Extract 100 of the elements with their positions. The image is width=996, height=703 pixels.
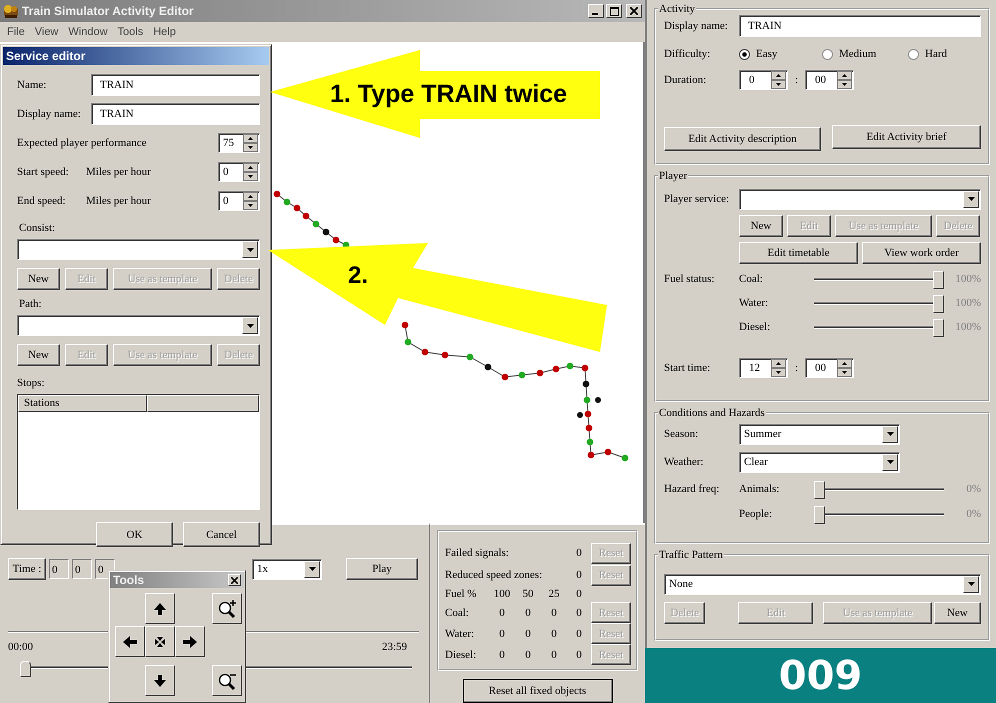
stat-value: 0 — [550, 606, 558, 620]
dropdown-button[interactable] — [304, 560, 320, 578]
zoom-out-button[interactable] — [212, 665, 242, 696]
action-button[interactable]: New — [17, 344, 60, 366]
slider-thumb[interactable] — [20, 661, 31, 677]
time-field[interactable]: 0 — [72, 559, 92, 579]
field-label: Difficulty: — [664, 48, 712, 60]
callout-text: 1. Type TRAIN twice — [330, 80, 568, 108]
dropdown[interactable]: None — [664, 574, 981, 594]
dropdown-button[interactable] — [242, 317, 258, 334]
spin-arrows-icon[interactable] — [771, 359, 786, 377]
spin-arrows-icon[interactable] — [243, 134, 258, 152]
radio-label[interactable]: Easy — [756, 48, 778, 60]
menu-item[interactable]: File — [2, 26, 30, 38]
slider-thumb[interactable] — [933, 294, 944, 312]
radio-label[interactable]: Medium — [839, 48, 876, 60]
menu-item[interactable]: Tools — [112, 26, 148, 38]
number-field[interactable]: 12 — [739, 358, 788, 378]
text-field[interactable]: TRAIN — [91, 74, 260, 96]
number-field[interactable]: 0 — [739, 70, 788, 90]
slider-thumb[interactable] — [933, 318, 944, 336]
arrow-left-icon — [122, 634, 138, 648]
action-button[interactable]: Edit Activity description — [664, 127, 821, 151]
action-button[interactable]: New — [739, 215, 783, 237]
dropdown[interactable]: Summer — [739, 424, 900, 444]
zoom-in-button[interactable] — [212, 593, 242, 624]
spin-arrows-icon[interactable] — [771, 71, 786, 89]
slider-thumb[interactable] — [933, 270, 944, 288]
field-label: Fuel status: — [664, 272, 716, 284]
column-header[interactable] — [147, 395, 259, 412]
dropdown[interactable]: Clear — [739, 452, 900, 472]
pan-right-button[interactable] — [175, 626, 205, 657]
radio-label[interactable]: Hard — [925, 48, 947, 60]
spin-arrows-icon[interactable] — [243, 192, 258, 210]
number-field[interactable]: 00 — [805, 70, 854, 90]
action-button[interactable]: Edit Activity brief — [832, 125, 981, 149]
arrow-right-icon — [182, 634, 198, 648]
caret-icon — [246, 324, 254, 328]
dropdown-button[interactable] — [963, 190, 979, 208]
field-label: End speed: — [17, 195, 67, 207]
stat-value: 0 — [498, 626, 506, 642]
pan-down-button[interactable] — [145, 665, 175, 696]
close-button[interactable] — [228, 574, 241, 586]
zoom-in-icon — [217, 598, 237, 618]
unit-label: Miles per hour — [86, 195, 152, 207]
stat-label: Coal: — [445, 606, 470, 620]
radio-button[interactable] — [908, 48, 919, 60]
field-label: Start time: — [664, 362, 712, 374]
number-field[interactable]: 00 — [805, 358, 854, 378]
field-label: Path: — [19, 298, 43, 310]
dropdown-button[interactable] — [882, 426, 898, 442]
dropdown[interactable] — [17, 315, 260, 336]
number-field[interactable]: 0 — [218, 162, 260, 182]
menu-item[interactable]: Window — [63, 26, 113, 38]
reset-all-button[interactable]: Reset all fixed objects — [462, 679, 612, 703]
hazard-label: People: — [739, 508, 773, 520]
field-label: Player service: — [664, 193, 730, 205]
spin-arrows-icon[interactable] — [837, 71, 852, 89]
play-button[interactable]: Play — [346, 558, 418, 580]
dialog-button[interactable]: Cancel — [183, 522, 260, 547]
dropdown-button[interactable] — [963, 576, 979, 592]
minimize-button[interactable] — [588, 4, 604, 18]
number-field[interactable]: 0 — [218, 191, 260, 211]
action-button[interactable]: Edit timetable — [739, 242, 858, 264]
field-label: Consist: — [19, 222, 56, 234]
text-field[interactable]: TRAIN — [91, 103, 260, 125]
caret-icon — [886, 460, 894, 464]
action-button[interactable]: View work order — [862, 242, 981, 264]
number-field[interactable]: 75 — [218, 133, 260, 153]
time-button[interactable]: Time : — [8, 558, 46, 580]
dropdown-button[interactable] — [882, 454, 898, 470]
dialog-button[interactable]: OK — [96, 522, 173, 547]
text-field[interactable]: TRAIN — [739, 15, 981, 37]
time-field[interactable]: 0 — [49, 559, 69, 579]
stops-list[interactable]: Stations — [17, 394, 260, 510]
dropdown[interactable]: 1x — [252, 558, 322, 580]
spin-arrows-icon[interactable] — [837, 359, 852, 377]
action-button[interactable]: New — [17, 268, 60, 290]
slider-thumb[interactable] — [814, 480, 825, 498]
pan-up-button[interactable] — [145, 593, 175, 624]
fuel-label: Diesel: — [739, 320, 772, 332]
menu-item[interactable]: View — [30, 26, 64, 38]
column-header: 0 — [575, 587, 583, 602]
radio-button[interactable] — [739, 48, 750, 60]
menu-item[interactable]: Help — [148, 26, 181, 38]
close-button[interactable] — [626, 4, 642, 18]
dropdown-button[interactable] — [242, 241, 258, 258]
column-header[interactable]: Stations — [18, 395, 147, 412]
spin-arrows-icon[interactable] — [243, 163, 258, 181]
center-button[interactable] — [145, 626, 175, 657]
field-label: Duration: — [664, 74, 708, 86]
unit-label: Miles per hour — [86, 166, 152, 178]
radio-button[interactable] — [822, 48, 833, 60]
pan-left-button[interactable] — [115, 626, 145, 657]
maximize-button[interactable] — [606, 4, 622, 18]
action-button[interactable]: New — [934, 602, 981, 624]
dropdown[interactable] — [739, 188, 981, 210]
slider-thumb[interactable] — [814, 506, 825, 524]
dropdown[interactable] — [17, 239, 260, 260]
field-label: Display name: — [664, 20, 729, 32]
